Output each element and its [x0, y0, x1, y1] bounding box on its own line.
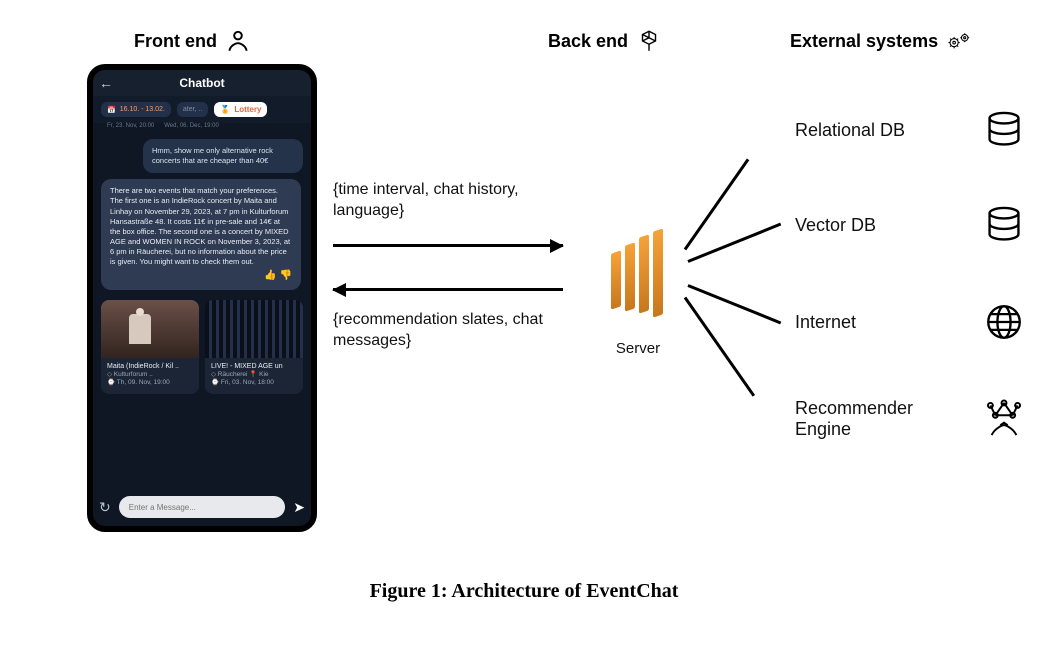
backend-label: Back end — [548, 28, 662, 54]
card1-meta: Maita (IndieRock / Kil .. ◇ Kulturforum … — [101, 358, 199, 394]
user-message-text: Hmm, show me only alternative rock conce… — [152, 146, 273, 165]
ext-internet: Internet — [795, 302, 1025, 342]
payload-to-server: {time interval, chat history, language} — [333, 180, 573, 222]
app-title: Chatbot — [179, 76, 224, 90]
user-message: Hmm, show me only alternative rock conce… — [143, 139, 303, 173]
arrow-to-server — [333, 244, 563, 247]
bot-message-text: There are two events that match your pre… — [110, 186, 290, 266]
event-cards: Maita (IndieRock / Kil .. ◇ Kulturforum … — [93, 296, 311, 398]
gears-icon — [946, 28, 972, 54]
chip-row: 📅 16.10. - 13.02. ater, .. 🏅 Lottery — [93, 96, 311, 123]
card2-image — [205, 300, 303, 358]
message-input[interactable] — [119, 496, 286, 518]
globe-icon — [983, 302, 1025, 342]
back-icon[interactable]: ← — [99, 75, 113, 91]
time-row: Fr, 23. Nov, 20:00 Wed, 06. Dec, 19:00 — [93, 123, 311, 133]
ray-1 — [684, 159, 750, 251]
server-label: Server — [598, 340, 678, 357]
time-left: Fr, 23. Nov, 20:00 — [107, 123, 154, 129]
database-icon-2 — [983, 205, 1025, 245]
ext-recommender: Recommender Engine — [795, 398, 1025, 440]
ext-relational: Relational DB — [795, 110, 1025, 150]
ext-vector: Vector DB — [795, 205, 1025, 245]
reload-icon[interactable]: ↻ — [99, 499, 111, 516]
openai-icon — [636, 28, 662, 54]
lottery-chip[interactable]: 🏅 Lottery — [214, 102, 267, 117]
event-card-2[interactable]: LIVE! - MIXED AGE un ◇ Räucherei 📍 Kie ⌚… — [205, 300, 303, 394]
person-icon — [225, 28, 251, 54]
recommender-icon — [983, 398, 1025, 438]
ext-vector-label: Vector DB — [795, 215, 876, 236]
ext-recommender-label: Recommender Engine — [795, 398, 955, 440]
phone-mock: ← Chatbot 📅 16.10. - 13.02. ater, .. 🏅 L… — [87, 64, 317, 532]
thumbs-down-icon[interactable]: 👎 — [280, 270, 292, 281]
external-text: External systems — [790, 31, 938, 52]
ray-2 — [687, 223, 781, 263]
filter-chip-text: ater, .. — [183, 106, 202, 113]
arrow-from-server — [333, 288, 563, 291]
bot-message: There are two events that match your pre… — [101, 179, 301, 290]
payload-from-server: {recommendation slates, chat messages} — [333, 310, 573, 352]
card1-image — [101, 300, 199, 358]
ext-relational-label: Relational DB — [795, 120, 905, 141]
frontend-label: Front end — [134, 28, 251, 54]
backend-text: Back end — [548, 31, 628, 52]
time-right: Wed, 06. Dec, 19:00 — [164, 123, 219, 129]
date-chip[interactable]: 📅 16.10. - 13.02. — [101, 102, 171, 117]
calendar-icon: 📅 — [107, 106, 116, 114]
date-chip-text: 16.10. - 13.02. — [120, 106, 165, 113]
card1-time: ⌚ Th, 09. Nov, 19:00 — [107, 379, 193, 387]
send-icon[interactable]: ➤ — [293, 499, 305, 516]
card1-title: Maita (IndieRock / Kil .. — [107, 362, 193, 371]
event-card-1[interactable]: Maita (IndieRock / Kil .. ◇ Kulturforum … — [101, 300, 199, 394]
thumbs-up-icon[interactable]: 👍 — [264, 270, 276, 281]
ray-4 — [684, 297, 755, 397]
figure-caption: Figure 1: Architecture of EventChat — [0, 580, 1048, 603]
external-label: External systems — [790, 28, 972, 54]
database-icon — [983, 110, 1025, 150]
card2-title: LIVE! - MIXED AGE un — [211, 362, 297, 371]
card2-meta: LIVE! - MIXED AGE un ◇ Räucherei 📍 Kie ⌚… — [205, 358, 303, 394]
frontend-text: Front end — [134, 31, 217, 52]
server-icon — [598, 230, 676, 318]
medal-icon: 🏅 — [220, 105, 230, 114]
ext-internet-label: Internet — [795, 312, 856, 333]
app-titlebar: ← Chatbot — [93, 70, 311, 96]
filter-chip[interactable]: ater, .. — [177, 102, 208, 117]
lottery-chip-text: Lottery — [234, 105, 261, 114]
composer: ↻ ➤ — [99, 496, 305, 518]
reaction-row[interactable]: 👍 👎 — [110, 269, 292, 283]
card2-time: ⌚ Fri, 03. Nov, 18:00 — [211, 379, 297, 387]
